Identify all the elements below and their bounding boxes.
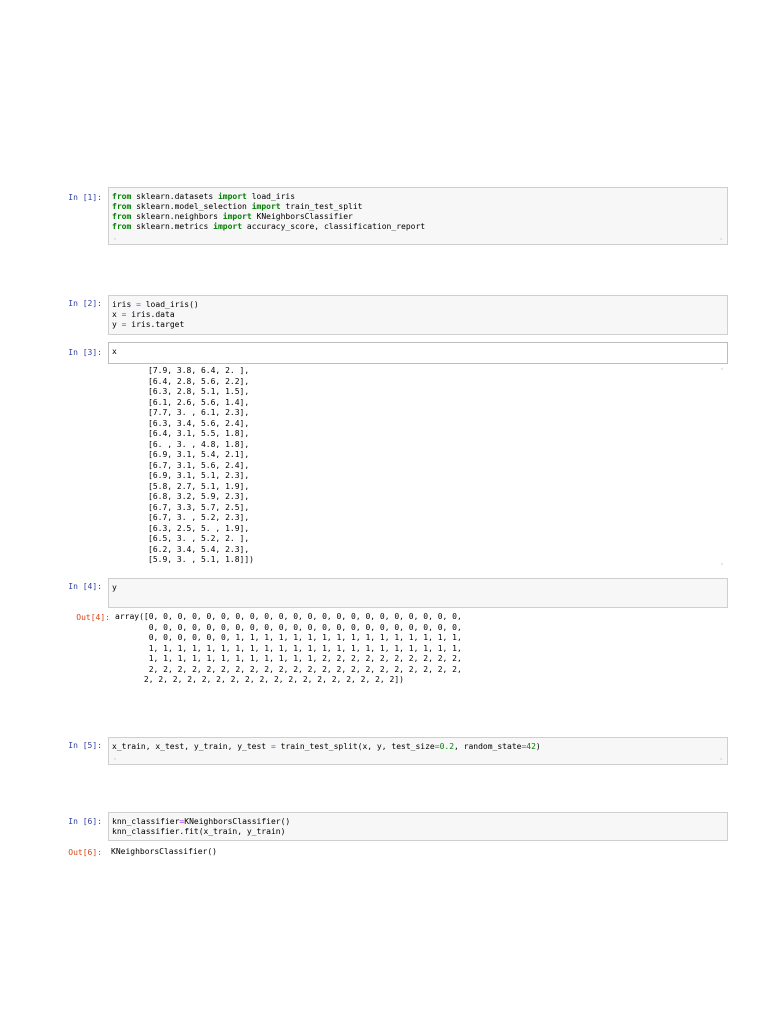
- hscroll-arrow-icon[interactable]: ◦: [719, 756, 723, 763]
- code-line: x: [112, 347, 724, 357]
- output-line: [6.3, 2.8, 5.1, 1.5],: [148, 387, 250, 396]
- code-token: load_iris: [246, 192, 296, 201]
- output-line: [7.7, 3. , 6.1, 2.3],: [148, 408, 250, 417]
- output-line: 2, 2, 2, 2, 2, 2, 2, 2, 2, 2, 2, 2, 2, 2…: [115, 675, 404, 684]
- output-line: [6. , 3. , 4.8, 1.8],: [148, 439, 250, 449]
- code-line: from sklearn.neighbors import KNeighbors…: [112, 212, 724, 222]
- code-line: from sklearn.datasets import load_iris: [112, 192, 724, 202]
- output-4: array([0, 0, 0, 0, 0, 0, 0, 0, 0, 0, 0, …: [115, 612, 462, 686]
- prompt-out-4: Out[4]:: [76, 613, 110, 622]
- prompt-in-4: In [4]:: [68, 582, 102, 591]
- code-token: sklearn.datasets: [131, 192, 218, 201]
- code-token: from: [112, 202, 132, 211]
- output-line: [6.9, 3.1, 5.4, 2.1],: [148, 450, 250, 459]
- code-token: sklearn.metrics: [131, 222, 214, 231]
- output-line: [6.5, 3. , 5.2, 2. ],: [148, 534, 250, 543]
- code-line: from sklearn.metrics import accuracy_sco…: [112, 222, 724, 232]
- code-token: x: [112, 310, 122, 319]
- code-token: train_test_split: [280, 202, 363, 211]
- code-line: y = iris.target: [112, 320, 724, 330]
- code-token: KNeighborsClassifier: [251, 212, 353, 221]
- code-line: x_train, x_test, y_train, y_test = train…: [112, 742, 724, 752]
- output-line: [6.7, 3.1, 5.6, 2.4],: [148, 460, 250, 470]
- hscroll-arrow-icon[interactable]: ◦: [113, 756, 117, 763]
- output-6: KNeighborsClassifier(): [111, 847, 217, 856]
- scroll-down-icon[interactable]: ◦: [720, 561, 724, 568]
- output-line: [7.9, 3.8, 6.4, 2. ],: [148, 366, 250, 375]
- code-line: knn_classifier=KNeighborsClassifier(): [112, 817, 724, 827]
- code-token: iris: [112, 300, 137, 309]
- code-token: 42: [526, 742, 536, 751]
- output-line: [6.8, 3.2, 5.9, 2.3],: [148, 492, 250, 501]
- code-line: iris = load_iris(): [112, 300, 724, 310]
- code-token: ): [535, 742, 541, 751]
- code-token: import: [213, 222, 243, 231]
- code-line: x = iris.data: [112, 310, 724, 320]
- code-token: 0.2: [439, 742, 455, 751]
- prompt-in-1: In [1]:: [68, 193, 102, 202]
- prompt-in-5: In [5]:: [68, 741, 102, 750]
- output-line: [6.2, 3.4, 5.4, 2.3],: [148, 544, 250, 554]
- code-token: , random_state: [454, 742, 522, 751]
- output-line: 0, 0, 0, 0, 0, 0, 1, 1, 1, 1, 1, 1, 1, 1…: [115, 633, 462, 642]
- output-line: [6.4, 3.1, 5.5, 1.8],: [148, 429, 250, 438]
- output-line: [6.3, 3.4, 5.6, 2.4],: [148, 418, 250, 428]
- output-line: [5.9, 3. , 5.1, 1.8]]): [148, 555, 254, 564]
- code-token: knn_classifier.fit(x_train, y_train): [112, 827, 286, 836]
- code-token: sklearn.model_selection: [131, 202, 252, 211]
- code-token: y: [112, 583, 117, 592]
- code-token: knn_classifier: [112, 817, 180, 826]
- output-line: array([0, 0, 0, 0, 0, 0, 0, 0, 0, 0, 0, …: [115, 612, 462, 621]
- prompt-in-2: In [2]:: [68, 299, 102, 308]
- code-token: KNeighborsClassifier(): [184, 817, 291, 826]
- output-line: [6.7, 3.3, 5.7, 2.5],: [148, 502, 250, 512]
- code-line: knn_classifier.fit(x_train, y_train): [112, 827, 724, 837]
- output-line: 1, 1, 1, 1, 1, 1, 1, 1, 1, 1, 1, 1, 1, 1…: [115, 643, 462, 653]
- code-line: from sklearn.model_selection import trai…: [112, 202, 724, 212]
- scroll-up-icon[interactable]: ◦: [720, 366, 724, 373]
- code-token: iris.target: [126, 320, 185, 329]
- output-scrollbar[interactable]: ◦ ◦: [716, 366, 728, 568]
- output-line: 1, 1, 1, 1, 1, 1, 1, 1, 1, 1, 1, 1, 2, 2…: [115, 654, 462, 663]
- code-token: sklearn.neighbors: [131, 212, 223, 221]
- output-line: [5.8, 2.7, 5.1, 1.9],: [148, 481, 250, 491]
- code-token: import: [222, 212, 252, 221]
- code-token: from: [112, 192, 132, 201]
- output-line: [6.3, 2.5, 5. , 1.9],: [148, 523, 250, 533]
- output-3: [7.9, 3.8, 6.4, 2. ], [6.4, 2.8, 5.6, 2.2…: [148, 366, 254, 566]
- code-cell-6[interactable]: knn_classifier=KNeighborsClassifier() knn…: [108, 812, 728, 841]
- code-token: x: [112, 347, 117, 356]
- output-line: [6.9, 3.1, 5.1, 2.3],: [148, 471, 250, 480]
- output-line: [6.7, 3. , 5.2, 2.3],: [148, 513, 250, 522]
- code-token: y: [112, 320, 122, 329]
- code-token: train_test_split(x, y, test_size: [275, 742, 435, 751]
- prompt-in-3: In [3]:: [68, 348, 102, 357]
- code-cell-5[interactable]: x_train, x_test, y_train, y_test = train…: [108, 737, 728, 765]
- code-token: accuracy_score, classification_report: [242, 222, 426, 231]
- prompt-out-6: Out[6]:: [68, 848, 102, 857]
- hscroll-arrow-icon[interactable]: ◦: [113, 236, 117, 243]
- code-token: iris.data: [126, 310, 175, 319]
- output-line: [6.1, 2.6, 5.6, 1.4],: [148, 397, 250, 407]
- code-token: from: [112, 212, 132, 221]
- code-cell-3[interactable]: x: [108, 342, 728, 364]
- code-token: x_train, x_test, y_train, y_test: [112, 742, 271, 751]
- code-token: import: [217, 192, 247, 201]
- hscroll-arrow-icon[interactable]: ◦: [719, 236, 723, 243]
- code-token: import: [251, 202, 281, 211]
- output-line: [6.4, 2.8, 5.6, 2.2],: [148, 376, 250, 386]
- output-line: 0, 0, 0, 0, 0, 0, 0, 0, 0, 0, 0, 0, 0, 0…: [115, 622, 462, 632]
- output-line: 2, 2, 2, 2, 2, 2, 2, 2, 2, 2, 2, 2, 2, 2…: [115, 664, 462, 674]
- code-token: from: [112, 222, 132, 231]
- prompt-in-6: In [6]:: [68, 817, 102, 826]
- code-cell-2[interactable]: iris = load_iris() x = iris.data y = iris.…: [108, 295, 728, 335]
- code-line: y: [112, 583, 724, 593]
- code-token: load_iris(): [140, 300, 199, 309]
- code-cell-1[interactable]: from sklearn.datasets import load_iris fr…: [108, 187, 728, 245]
- code-cell-4[interactable]: y: [108, 578, 728, 608]
